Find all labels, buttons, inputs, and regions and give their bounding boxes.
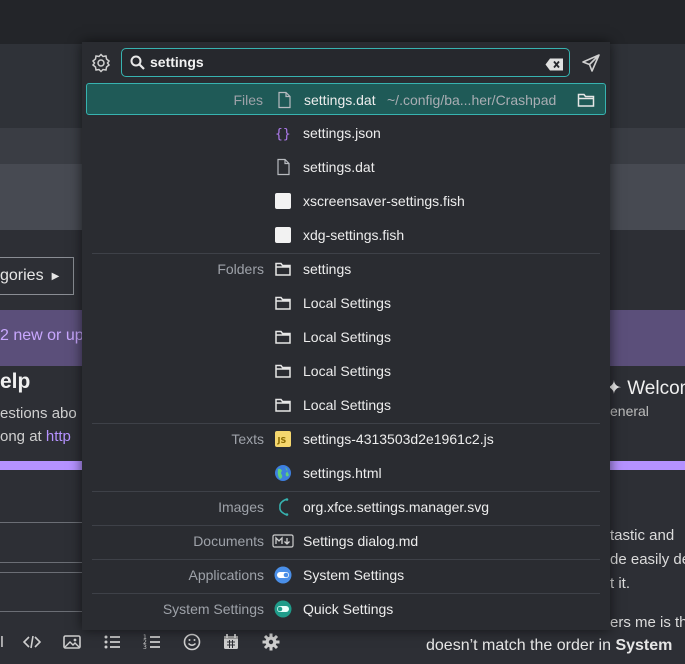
result-name: settings.dat — [304, 92, 376, 108]
result-name: Local Settings — [303, 329, 391, 345]
result-row[interactable]: Local Settings — [86, 287, 606, 319]
result-name: org.xfce.settings.manager.svg — [303, 499, 489, 515]
folder-icon — [274, 260, 292, 278]
result-category: System Settings — [162, 601, 264, 617]
result-name: settings — [303, 261, 352, 277]
background-topbar — [0, 0, 685, 44]
result-row[interactable]: Texts JS settings-4313503d2e1961c2.js — [86, 423, 606, 455]
result-category: Files — [233, 92, 263, 108]
result-row[interactable]: Local Settings — [86, 321, 606, 353]
result-name: settings-4313503d2e1961c2.js — [303, 431, 494, 447]
blank-file-icon — [274, 226, 292, 244]
result-row[interactable]: xscreensaver-settings.fish — [86, 185, 606, 217]
result-name: Settings dialog.md — [303, 533, 419, 549]
result-name: xdg-settings.fish — [303, 227, 405, 243]
divider — [0, 522, 82, 523]
result-category: Images — [218, 499, 264, 515]
welcome-title[interactable]: ✦ Welcom — [606, 377, 685, 400]
divider — [0, 572, 82, 573]
search-input[interactable] — [148, 52, 542, 72]
result-path: ~/.config/ba...her/Crashpad — [387, 92, 557, 108]
result-name: System Settings — [303, 567, 405, 583]
clear-search-icon[interactable] — [545, 56, 564, 71]
blank-file-icon — [274, 192, 292, 210]
banner-text[interactable]: 2 new or up — [0, 327, 84, 345]
result-name: Local Settings — [303, 295, 391, 311]
result-row-selected[interactable]: Files settings.dat ~/.config/ba...her/Cr… — [86, 83, 606, 115]
calendar-icon[interactable] — [221, 632, 241, 652]
help-link[interactable]: http — [46, 428, 71, 445]
post-text-line: ers me is th — [610, 614, 685, 631]
file-icon — [274, 158, 292, 176]
general-category[interactable]: eneral — [610, 403, 649, 419]
result-row[interactable]: Applications System Settings — [86, 559, 606, 591]
result-category: Applications — [188, 567, 265, 583]
result-row[interactable]: System Settings Quick Settings — [86, 593, 606, 625]
folder-icon — [274, 294, 292, 312]
gear-icon[interactable] — [261, 632, 281, 652]
result-row[interactable]: Images org.xfce.settings.manager.svg — [86, 491, 606, 523]
folder-icon — [274, 396, 292, 414]
result-name: Local Settings — [303, 397, 391, 413]
markdown-icon — [272, 532, 294, 550]
result-row[interactable]: settings.html — [86, 457, 606, 489]
result-name: settings.dat — [303, 159, 375, 175]
numbered-list-icon[interactable]: 123 — [142, 632, 162, 652]
post-text-bottom-bold: System — [615, 637, 673, 654]
result-category: Texts — [231, 431, 264, 447]
result-name: xscreensaver-settings.fish — [303, 193, 465, 209]
post-text-bottom-text: doesn’t match the order in — [426, 637, 616, 654]
help-title: elp — [0, 370, 31, 393]
result-row[interactable]: {} settings.json — [86, 117, 606, 149]
result-row[interactable]: Folders settings — [86, 253, 606, 285]
divider — [0, 611, 82, 612]
bullet-list-icon[interactable] — [102, 632, 122, 652]
help-line-2: ong at http — [0, 428, 71, 445]
json-icon: {} — [274, 124, 292, 142]
folder-icon — [274, 362, 292, 380]
post-text-line: t it. — [610, 575, 631, 592]
help-line-1: estions abo — [0, 405, 77, 422]
image-icon[interactable] — [62, 632, 82, 652]
italic-icon[interactable]: I — [0, 632, 12, 652]
caret-right-icon: ▶ — [51, 270, 60, 282]
quick-settings-icon — [274, 600, 292, 618]
categories-button[interactable]: gories ▶ — [0, 257, 74, 295]
result-row[interactable]: Local Settings — [86, 389, 606, 421]
svg-text:3: 3 — [143, 644, 147, 651]
open-folder-icon[interactable] — [577, 92, 595, 108]
result-name: settings.json — [303, 125, 381, 141]
result-row[interactable]: Documents Settings dialog.md — [86, 525, 606, 557]
result-row[interactable]: settings.dat — [86, 151, 606, 183]
search-icon — [130, 55, 145, 70]
welcome-title-text: Welcom — [627, 378, 685, 399]
svg-icon — [274, 498, 292, 516]
folder-icon — [274, 328, 292, 346]
post-text-bottom: doesn’t match the order in System — [426, 637, 672, 655]
result-name: Local Settings — [303, 363, 391, 379]
file-icon — [275, 91, 293, 109]
divider — [0, 562, 82, 563]
result-name: settings.html — [303, 465, 382, 481]
result-name: Quick Settings — [303, 601, 394, 617]
javascript-icon: JS — [274, 430, 292, 448]
svg-text:{}: {} — [275, 127, 291, 142]
categories-button-label: gories — [0, 267, 44, 284]
result-row[interactable]: Local Settings — [86, 355, 606, 387]
result-category: Folders — [217, 261, 264, 277]
post-text-line: de easily de — [610, 551, 685, 568]
send-icon[interactable] — [580, 52, 602, 74]
help-line-2-text: ong at — [0, 428, 46, 445]
launcher-settings-gear-icon[interactable] — [90, 52, 112, 74]
svg-text:JS: JS — [277, 436, 287, 445]
code-icon[interactable] — [22, 632, 42, 652]
result-row[interactable]: xdg-settings.fish — [86, 219, 606, 251]
post-text-line: tastic and — [610, 527, 675, 544]
result-category: Documents — [193, 533, 264, 549]
system-settings-icon — [274, 566, 292, 584]
emoji-icon[interactable] — [182, 632, 202, 652]
globe-icon — [274, 464, 292, 482]
